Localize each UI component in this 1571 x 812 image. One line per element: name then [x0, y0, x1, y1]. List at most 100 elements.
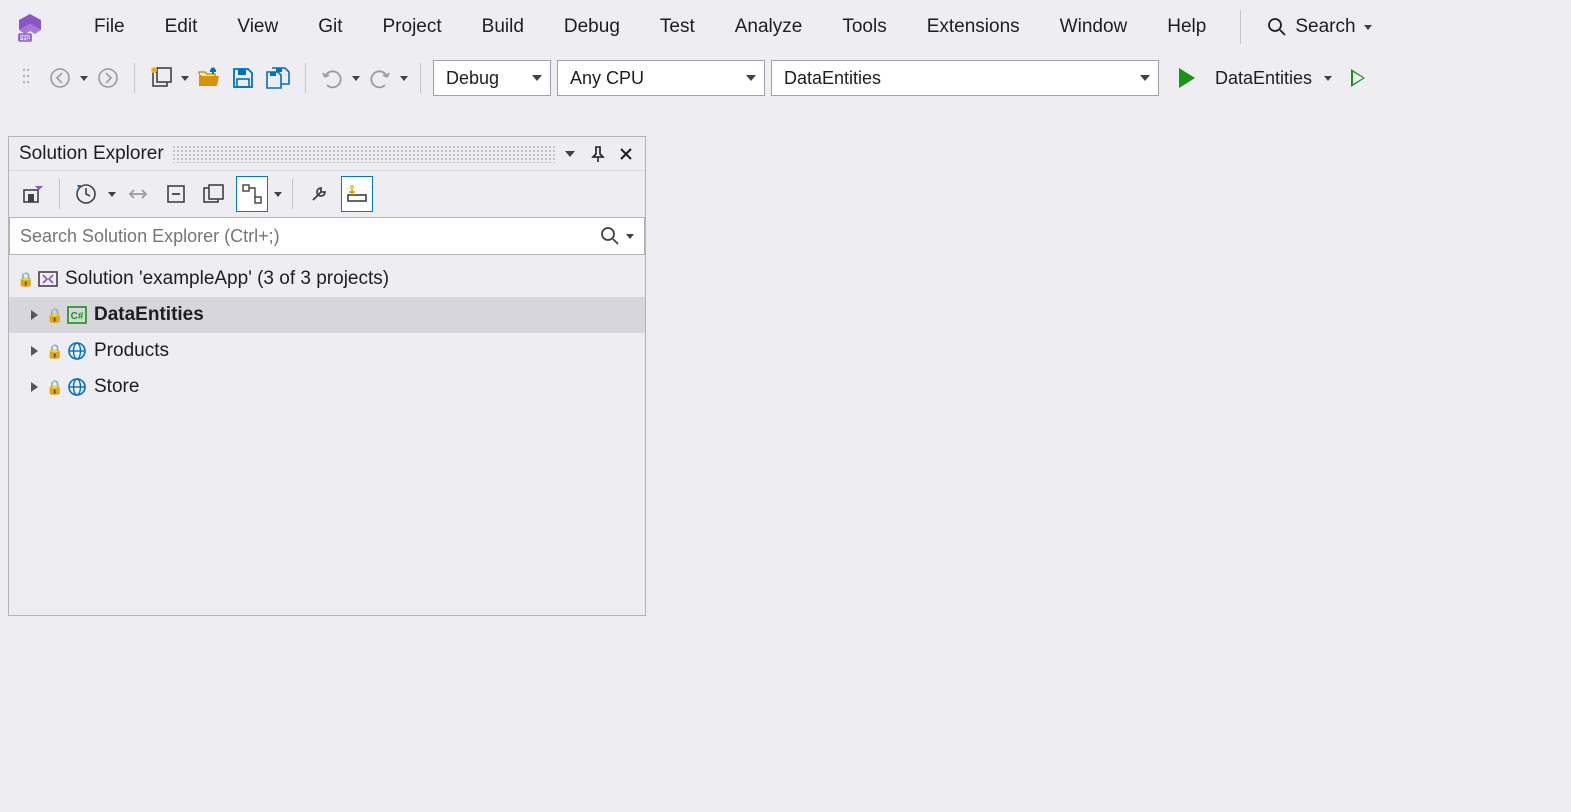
preview-button[interactable] [341, 176, 373, 212]
solution-label: Solution 'exampleApp' (3 of 3 projects) [65, 268, 389, 290]
panel-toolbar [9, 171, 645, 217]
project-label: DataEntities [94, 304, 204, 326]
lock-icon: 🔒 [46, 307, 60, 324]
chevron-down-icon [1140, 75, 1150, 81]
panel-title: Solution Explorer [19, 143, 164, 165]
solution-explorer-panel: Solution Explorer [8, 136, 646, 616]
menubar: PRE File Edit View Git Project Build Deb… [0, 0, 1571, 54]
lock-icon: 🔒 [17, 271, 31, 288]
menu-tools[interactable]: Tools [824, 10, 904, 44]
save-all-button[interactable] [263, 62, 293, 94]
pin-button[interactable] [585, 141, 611, 167]
startup-project-dropdown[interactable]: DataEntities [771, 60, 1159, 96]
grip-icon[interactable] [12, 62, 40, 94]
panel-header: Solution Explorer [9, 137, 645, 171]
track-active-item-button[interactable] [236, 176, 268, 212]
collapse-all-button[interactable] [160, 176, 192, 212]
close-button[interactable] [613, 141, 639, 167]
chevron-down-icon [532, 75, 542, 81]
search-input[interactable] [20, 226, 600, 247]
solution-node[interactable]: 🔒 Solution 'exampleApp' (3 of 3 projects… [9, 261, 645, 297]
chevron-down-icon[interactable] [274, 192, 282, 197]
search-menu[interactable]: Search [1257, 12, 1381, 42]
configuration-value: Debug [446, 68, 499, 89]
separator [292, 179, 293, 209]
chevron-down-icon[interactable] [181, 76, 189, 81]
search-icon [600, 226, 620, 246]
chevron-down-icon[interactable] [108, 192, 116, 197]
search-label: Search [1295, 16, 1355, 38]
properties-button[interactable] [303, 176, 335, 212]
svg-text:PRE: PRE [19, 36, 31, 42]
search-icon [1267, 17, 1287, 37]
chevron-down-icon [746, 75, 756, 81]
separator [305, 63, 306, 93]
home-button[interactable] [17, 176, 49, 212]
menu-build[interactable]: Build [464, 10, 542, 44]
separator [134, 63, 135, 93]
chevron-down-icon[interactable] [1324, 76, 1332, 81]
menu-test[interactable]: Test [642, 10, 713, 44]
expand-icon[interactable] [31, 382, 38, 392]
project-node-dataentities[interactable]: 🔒 C# DataEntities [9, 297, 645, 333]
solution-icon [37, 269, 59, 289]
panel-search[interactable] [9, 217, 645, 255]
close-icon [619, 147, 633, 161]
divider [1240, 10, 1241, 44]
save-button[interactable] [229, 62, 257, 94]
svg-text:C#: C# [71, 311, 84, 322]
chevron-down-icon[interactable] [626, 234, 634, 239]
startup-project-value: DataEntities [784, 68, 881, 89]
separator [420, 63, 421, 93]
menu-analyze[interactable]: Analyze [717, 10, 821, 44]
project-label: Store [94, 376, 139, 398]
startup-label: DataEntities [1215, 68, 1312, 89]
main-toolbar: Debug Any CPU DataEntities DataEntities [0, 54, 1571, 102]
lock-icon: 🔒 [46, 379, 60, 396]
configuration-dropdown[interactable]: Debug [433, 60, 551, 96]
pin-icon [591, 146, 605, 162]
csharp-project-icon: C# [66, 305, 88, 325]
start-without-debugging-button[interactable] [1344, 62, 1372, 94]
undo-button[interactable] [318, 62, 346, 94]
open-file-button[interactable] [195, 62, 223, 94]
menu-file[interactable]: File [76, 10, 143, 44]
menu-git[interactable]: Git [300, 10, 360, 44]
pending-changes-filter-button[interactable] [70, 176, 102, 212]
redo-button[interactable] [366, 62, 394, 94]
menu-edit[interactable]: Edit [147, 10, 216, 44]
project-node-products[interactable]: 🔒 Products [9, 333, 645, 369]
play-outline-icon [1351, 69, 1365, 87]
project-node-store[interactable]: 🔒 Store [9, 369, 645, 405]
new-project-button[interactable] [147, 62, 175, 94]
web-project-icon [66, 341, 88, 361]
platform-value: Any CPU [570, 68, 644, 89]
web-project-icon [66, 377, 88, 397]
chevron-down-icon [1364, 25, 1372, 30]
nav-back-button[interactable] [46, 62, 74, 94]
menu-help[interactable]: Help [1149, 10, 1224, 44]
solution-tree: 🔒 Solution 'exampleApp' (3 of 3 projects… [9, 257, 645, 409]
panel-options-button[interactable] [557, 141, 583, 167]
platform-dropdown[interactable]: Any CPU [557, 60, 765, 96]
chevron-down-icon[interactable] [80, 76, 88, 81]
menu-project[interactable]: Project [365, 10, 460, 44]
separator [59, 179, 60, 209]
vs-logo-icon: PRE [12, 9, 48, 45]
lock-icon: 🔒 [46, 343, 60, 360]
play-icon [1179, 68, 1195, 88]
menu-window[interactable]: Window [1042, 10, 1146, 44]
grip[interactable] [172, 145, 555, 163]
chevron-down-icon[interactable] [352, 76, 360, 81]
expand-icon[interactable] [31, 346, 38, 356]
expand-icon[interactable] [31, 310, 38, 320]
menu-view[interactable]: View [219, 10, 296, 44]
menu-extensions[interactable]: Extensions [909, 10, 1038, 44]
show-all-files-button[interactable] [198, 176, 230, 212]
project-label: Products [94, 340, 169, 362]
nav-forward-button[interactable] [94, 62, 122, 94]
chevron-down-icon[interactable] [400, 76, 408, 81]
sync-button[interactable] [122, 176, 154, 212]
menu-debug[interactable]: Debug [546, 10, 638, 44]
start-debugging-button[interactable] [1173, 62, 1201, 94]
